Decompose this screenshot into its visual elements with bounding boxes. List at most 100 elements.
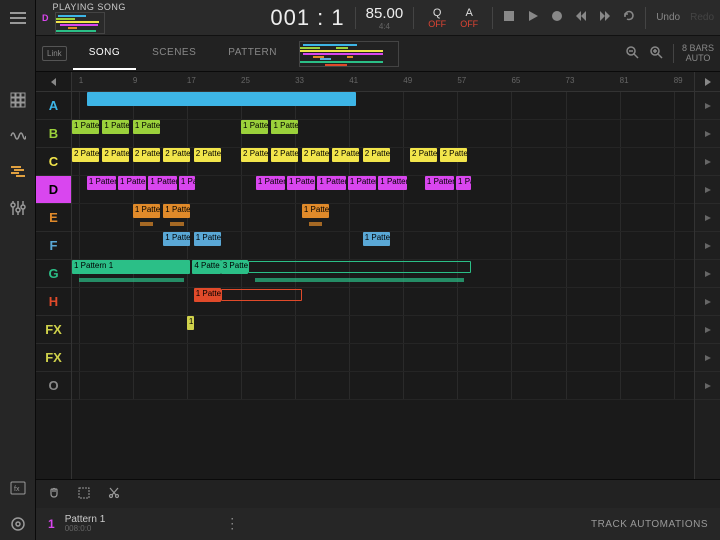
track-header-e[interactable]: E [36, 204, 71, 232]
clip[interactable]: 2 Pattern 2 [72, 148, 99, 162]
clip[interactable]: 2 Pattern 2 [363, 148, 390, 162]
track-play-button[interactable] [695, 316, 720, 344]
clip[interactable] [248, 261, 471, 273]
track-header-fx[interactable]: FX [36, 316, 71, 344]
settings-icon[interactable] [8, 514, 28, 534]
clip[interactable]: 1 Pattern 1 [271, 120, 298, 134]
song-overview[interactable] [299, 41, 399, 67]
tab-pattern[interactable]: PATTERN [212, 37, 293, 70]
time-ruler[interactable]: 1917253341495765738189 [72, 72, 694, 92]
track-row[interactable] [72, 92, 694, 120]
tempo-display[interactable]: 85.00 4:4 [366, 5, 404, 31]
clip[interactable]: 1 Pattern 1 [456, 176, 471, 190]
quantize-toggle[interactable]: Q OFF [424, 7, 450, 29]
clip[interactable] [87, 92, 356, 106]
clip[interactable]: 2 Pattern 2 [241, 148, 268, 162]
clip[interactable]: 3 Pattern 3 [221, 260, 248, 274]
record-button[interactable] [551, 10, 563, 25]
track-play-button[interactable] [695, 260, 720, 288]
track-play-button[interactable] [695, 232, 720, 260]
track-header-a[interactable]: A [36, 92, 71, 120]
track-automations-button[interactable]: TRACK AUTOMATIONS [591, 519, 708, 530]
clip[interactable]: 1 Pattern 1 [348, 176, 376, 190]
track-row[interactable]: 1 Pattern 14 Patte3 Pattern 3 [72, 260, 694, 288]
clip[interactable]: 1 Pattern 1 [287, 176, 315, 190]
clip[interactable]: 1 Pattern 1 [72, 260, 190, 274]
fx-icon[interactable]: fx [8, 478, 28, 498]
clip[interactable]: 2 Pattern 2 [163, 148, 190, 162]
clip[interactable]: 1 Pattern 1 [163, 204, 190, 218]
arranger-icon[interactable] [8, 162, 28, 182]
clip[interactable]: 4 Patte [192, 260, 220, 274]
track-header-h[interactable]: H [36, 288, 71, 316]
track-row[interactable]: 1 [72, 316, 694, 344]
track-header-o[interactable]: O [36, 372, 71, 400]
clip[interactable]: 1 Pattern 1 [425, 176, 454, 190]
grab-tool-icon[interactable] [48, 487, 60, 502]
menu-icon[interactable] [8, 8, 28, 28]
auto-toggle[interactable]: A OFF [456, 7, 482, 29]
track-play-button[interactable] [695, 120, 720, 148]
track-row[interactable]: 1 Pattern 1 1 Pattern 1 1 Pattern 1 [72, 232, 694, 260]
track-row[interactable]: 2 Pattern 22 Pattern 22 Pattern 22 Patte… [72, 148, 694, 176]
rewind-button[interactable] [575, 10, 587, 25]
cut-tool-icon[interactable] [108, 487, 120, 502]
clip[interactable]: 2 Pattern 2 [302, 148, 329, 162]
redo-button[interactable]: Redo [690, 12, 714, 23]
track-play-button[interactable] [695, 176, 720, 204]
clip[interactable]: 1 Pattern 1 [118, 176, 146, 190]
clip[interactable]: 1 Pattern 1 [133, 204, 160, 218]
clip[interactable]: 2 Pattern 2 [194, 148, 221, 162]
clip[interactable]: 1 Pattern 1 [133, 120, 160, 134]
track-play-button[interactable] [695, 92, 720, 120]
clip[interactable]: 2 Pattern 2 [332, 148, 359, 162]
undo-button[interactable]: Undo [656, 12, 680, 23]
track-header-c[interactable]: C [36, 148, 71, 176]
stop-button[interactable] [503, 10, 515, 25]
grid-icon[interactable] [8, 90, 28, 110]
tab-scenes[interactable]: SCENES [136, 37, 212, 70]
track-play-button[interactable] [695, 372, 720, 400]
track-row[interactable] [72, 372, 694, 400]
track-row[interactable] [72, 344, 694, 372]
track-header-g[interactable]: G [36, 260, 71, 288]
track-row[interactable]: 1 Pattern 11 Pattern 11 Pattern 1 [72, 204, 694, 232]
zoom-in-icon[interactable] [649, 45, 663, 62]
tab-song[interactable]: SONG [73, 37, 136, 70]
play-all-button[interactable] [695, 72, 720, 92]
clip[interactable]: 1 Pattern 1 [363, 232, 390, 246]
clip[interactable]: 1 Pattern 1 [317, 176, 345, 190]
clip[interactable]: 1 [187, 316, 194, 330]
clip[interactable]: 1 Pattern 1 [72, 120, 99, 134]
track-play-button[interactable] [695, 344, 720, 372]
clip[interactable]: 1 Pattern 1 [256, 176, 285, 190]
clip[interactable]: 1 Pattern 1 [87, 176, 116, 190]
clip[interactable]: 1 Pattern 1 [378, 176, 406, 190]
more-options-icon[interactable]: ⋮ [225, 515, 241, 532]
clip[interactable]: 1 Pattern 1 [302, 204, 329, 218]
track-row[interactable]: 1 Pattern 1 [72, 288, 694, 316]
clip[interactable]: 1 Pattern 1 [241, 120, 268, 134]
clip[interactable]: 2 Pattern 2 [102, 148, 129, 162]
wave-icon[interactable] [8, 126, 28, 146]
track-header-d[interactable]: D [36, 176, 71, 204]
clip[interactable]: 1 Pattern 1 [163, 232, 190, 246]
bars-info[interactable]: 8 BARS AUTO [673, 44, 714, 64]
clip[interactable]: 2 Pattern 2 [271, 148, 298, 162]
clip[interactable]: 1 Pattern 1 [194, 288, 221, 302]
arrangement-grid[interactable]: 1917253341495765738189 1 Pattern 11 Patt… [72, 72, 694, 479]
clip[interactable]: 1 Pattern 1 [102, 120, 129, 134]
loop-button[interactable] [623, 10, 635, 25]
clip[interactable]: 1 Pattern 1 [194, 232, 221, 246]
track-row[interactable]: 1 Pattern 11 Pattern 11 Pattern 11 Patte… [72, 120, 694, 148]
clip[interactable] [221, 289, 302, 301]
forward-button[interactable] [599, 10, 611, 25]
clip[interactable]: 2 Pattern 2 [440, 148, 467, 162]
track-header-f[interactable]: F [36, 232, 71, 260]
sliders-icon[interactable] [8, 198, 28, 218]
track-play-button[interactable] [695, 204, 720, 232]
track-row[interactable]: 1 Pattern 11 Pattern 11 Pattern 11 Patte… [72, 176, 694, 204]
track-header-fx[interactable]: FX [36, 344, 71, 372]
time-display[interactable]: 001 : 1 [270, 5, 344, 31]
zoom-out-icon[interactable] [625, 45, 639, 62]
